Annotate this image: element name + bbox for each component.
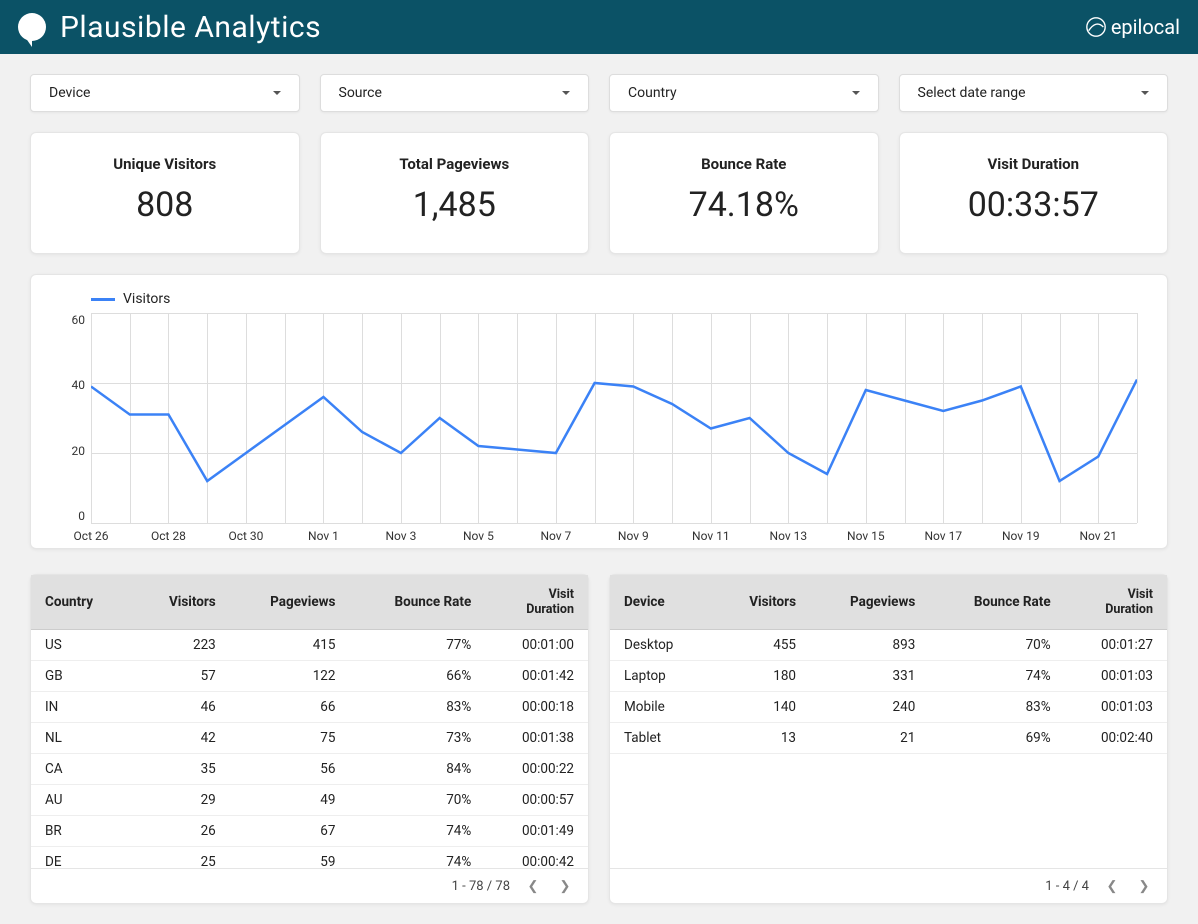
stat-label: Total Pageviews xyxy=(331,155,579,173)
table-row[interactable]: Laptop18033174%00:01:03 xyxy=(610,661,1167,692)
country-table-footer: 1 - 78 / 78 ❮ ❯ xyxy=(31,868,588,903)
device-filter[interactable]: Device xyxy=(30,74,300,112)
table-row[interactable]: AU294970%00:00:57 xyxy=(31,785,588,816)
table-row[interactable]: BR266774%00:01:49 xyxy=(31,816,588,847)
stat-visit-duration: Visit Duration 00:33:57 xyxy=(899,132,1169,254)
chart-line xyxy=(91,313,1137,523)
plausible-logo-icon xyxy=(18,13,46,41)
table-row[interactable]: NL427573%00:01:38 xyxy=(31,723,588,754)
next-page-button[interactable]: ❯ xyxy=(1135,877,1153,895)
device-filter-label: Device xyxy=(49,85,90,101)
brand-label: epilocal xyxy=(1085,15,1180,39)
prev-page-button[interactable]: ❮ xyxy=(524,877,542,895)
stats-row: Unique Visitors 808 Total Pageviews 1,48… xyxy=(0,122,1198,264)
table-row[interactable]: IN466683%00:00:18 xyxy=(31,692,588,723)
visitors-chart: Visitors 6040200 Oct 26Oct 28Oct 30Nov 1… xyxy=(30,274,1168,549)
stat-label: Unique Visitors xyxy=(41,155,289,173)
stat-value: 00:33:57 xyxy=(910,185,1158,225)
legend-label: Visitors xyxy=(123,291,170,307)
column-header[interactable]: Device xyxy=(610,575,713,630)
source-filter-label: Source xyxy=(339,85,382,101)
column-header[interactable]: Visitors xyxy=(713,575,806,630)
column-header[interactable]: Visitors xyxy=(132,575,226,630)
device-table-footer: 1 - 4 / 4 ❮ ❯ xyxy=(610,868,1167,903)
table-row[interactable]: CA355684%00:00:22 xyxy=(31,754,588,785)
column-header[interactable]: Bounce Rate xyxy=(345,575,481,630)
table-row[interactable]: DE255974%00:00:42 xyxy=(31,847,588,869)
date-range-filter[interactable]: Select date range xyxy=(899,74,1169,112)
next-page-button[interactable]: ❯ xyxy=(556,877,574,895)
legend-line-icon xyxy=(91,298,115,301)
app-header: Plausible Analytics epilocal xyxy=(0,0,1198,54)
stat-value: 808 xyxy=(41,185,289,225)
filter-bar: Device Source Country Select date range xyxy=(0,54,1198,122)
stat-label: Bounce Rate xyxy=(620,155,868,173)
country-filter[interactable]: Country xyxy=(609,74,879,112)
country-table: CountryVisitorsPageviewsBounce RateVisit… xyxy=(30,574,589,904)
country-filter-label: Country xyxy=(628,85,677,101)
chart-legend: Visitors xyxy=(31,285,1167,313)
chevron-down-icon xyxy=(1141,91,1149,95)
table-row[interactable]: Tablet132169%00:02:40 xyxy=(610,723,1167,754)
stat-value: 1,485 xyxy=(331,185,579,225)
chevron-down-icon xyxy=(852,91,860,95)
column-header[interactable]: Pageviews xyxy=(806,575,925,630)
table-row[interactable]: US22341577%00:01:00 xyxy=(31,630,588,661)
column-header[interactable]: VisitDuration xyxy=(481,575,588,630)
column-header[interactable]: Country xyxy=(31,575,132,630)
country-pager-text: 1 - 78 / 78 xyxy=(452,879,510,894)
prev-page-button[interactable]: ❮ xyxy=(1103,877,1121,895)
column-header[interactable]: Pageviews xyxy=(226,575,346,630)
stat-total-pageviews: Total Pageviews 1,485 xyxy=(320,132,590,254)
table-row[interactable]: Mobile14024083%00:01:03 xyxy=(610,692,1167,723)
tables-row: CountryVisitorsPageviewsBounce RateVisit… xyxy=(0,559,1198,924)
date-range-label: Select date range xyxy=(918,85,1026,101)
column-header[interactable]: Bounce Rate xyxy=(925,575,1060,630)
table-row[interactable]: GB5712266%00:01:42 xyxy=(31,661,588,692)
chevron-down-icon xyxy=(562,91,570,95)
stat-unique-visitors: Unique Visitors 808 xyxy=(30,132,300,254)
column-header[interactable]: VisitDuration xyxy=(1061,575,1167,630)
device-table: DeviceVisitorsPageviewsBounce RateVisitD… xyxy=(609,574,1168,904)
stat-label: Visit Duration xyxy=(910,155,1158,173)
stat-value: 74.18% xyxy=(620,185,868,225)
brand-icon xyxy=(1085,16,1107,38)
source-filter[interactable]: Source xyxy=(320,74,590,112)
page-title: Plausible Analytics xyxy=(60,10,321,45)
device-pager-text: 1 - 4 / 4 xyxy=(1045,879,1089,894)
table-row[interactable]: Desktop45589370%00:01:27 xyxy=(610,630,1167,661)
chevron-down-icon xyxy=(273,91,281,95)
stat-bounce-rate: Bounce Rate 74.18% xyxy=(609,132,879,254)
